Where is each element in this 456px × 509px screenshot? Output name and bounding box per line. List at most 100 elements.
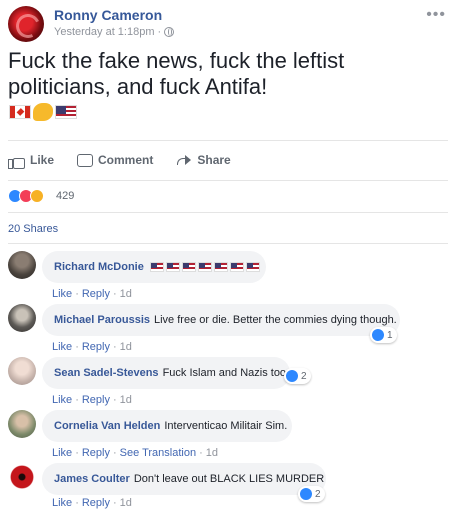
separator: · [75,394,79,406]
commenter-avatar[interactable] [8,304,36,332]
commenter-avatar[interactable] [8,357,36,385]
comment-reply-link[interactable]: Reply [82,447,110,459]
thumbs-up-icon [8,152,25,169]
comment-links: Like · Reply · 1d [52,497,132,509]
comment-like-link[interactable]: Like [52,447,72,459]
post-meta: Yesterday at 1:18pm · [54,26,175,38]
comment-time[interactable]: 1d [120,394,132,406]
comment: Richard McDonie Like · Reply · 1d [8,251,448,301]
like-reaction-icon [300,488,312,500]
share-button[interactable]: Share [175,152,231,168]
comment-time[interactable]: 1d [120,497,132,509]
separator: · [112,497,117,509]
separator: · [112,447,117,459]
commenter-avatar[interactable] [8,463,36,491]
share-icon [175,152,192,168]
canada-flag-icon [9,105,31,119]
comment-text: Live free or die. Better the commies dyi… [154,314,397,326]
usa-flag-icon [245,262,260,272]
comment-text: Interventicao Militair Sim. [164,420,288,432]
see-translation-link[interactable]: See Translation [120,447,196,459]
commenter-name[interactable]: Cornelia Van Helden [54,420,160,432]
comment-time[interactable]: 1d [120,341,132,353]
commenter-name[interactable]: Sean Sadel-Stevens [54,367,159,379]
comment-bubble: Michael Paroussis Live free or die. Bett… [42,304,400,336]
comment-icon [76,152,94,168]
shares-link[interactable]: 20 Shares [8,223,58,235]
usa-flag-icon [197,262,212,272]
comment-like-link[interactable]: Like [52,497,72,509]
separator: · [75,497,79,509]
post-emojis [9,103,77,121]
comment-reaction-count: 1 [387,329,393,341]
comment-bubble: James Coulter Don't leave out BLACK LIES… [42,463,326,495]
usa-flag-icon [213,262,228,272]
like-reaction-icon [286,370,298,382]
comment-text: Fuck Islam and Nazis too [162,367,287,379]
comment-links: Like · Reply · 1d [52,341,132,353]
comment-links: Like · Reply · 1d [52,394,132,406]
commenter-avatar[interactable] [8,251,36,279]
separator: · [112,341,117,353]
comment: Michael Paroussis Live free or die. Bett… [8,304,448,354]
comment-bubble: Sean Sadel-Stevens Fuck Islam and Nazis … [42,357,290,389]
comment-reaction-count: 2 [315,488,321,500]
comment-like-link[interactable]: Like [52,341,72,353]
separator: · [75,447,79,459]
meta-separator: · [157,26,162,38]
comment-reply-link[interactable]: Reply [82,497,110,509]
like-button[interactable]: Like [8,152,55,169]
share-label: Share [197,153,231,167]
author-avatar[interactable] [8,6,44,42]
commenter-avatar[interactable] [8,410,36,438]
comment-reply-link[interactable]: Reply [82,341,110,353]
usa-flag-icon [165,262,180,272]
like-label: Like [30,153,55,167]
comment-text: Don't leave out BLACK LIES MURDER [133,473,325,485]
comment-label: Comment [98,153,154,167]
more-options-icon[interactable]: ••• [426,6,446,24]
reaction-count: 429 [56,190,75,202]
separator: · [75,341,79,353]
usa-flag-icon [181,262,196,272]
usa-flags [149,262,260,272]
comment-like-link[interactable]: Like [52,288,72,300]
comment-bubble: Cornelia Van Helden Interventicao Milita… [42,410,292,442]
separator: · [112,288,117,300]
like-reaction-icon [372,329,384,341]
comment: Cornelia Van Helden Interventicao Milita… [8,410,448,460]
post-timestamp[interactable]: Yesterday at 1:18pm [54,26,155,38]
reactions-summary[interactable]: 429 [8,189,74,203]
usa-flag-icon [149,262,164,272]
comment-reply-link[interactable]: Reply [82,394,110,406]
comment-reactions[interactable]: 1 [370,327,397,343]
post-author[interactable]: Ronny Cameron [54,7,162,23]
comment-links: Like · Reply · 1d [52,288,132,300]
comment-time[interactable]: 1d [120,288,132,300]
comment-bubble: Richard McDonie [42,251,266,283]
separator: · [112,394,117,406]
comment-reaction-count: 2 [301,370,307,382]
post-actions: Like Comment Share [8,148,448,172]
post-header: Ronny Cameron Yesterday at 1:18pm · ••• [8,6,448,42]
commenter-name[interactable]: Richard McDonie [54,261,144,273]
commenter-name[interactable]: Michael Paroussis [54,314,150,326]
comment: James Coulter Don't leave out BLACK LIES… [8,463,448,509]
comment-like-link[interactable]: Like [52,394,72,406]
usa-flag-icon [55,105,77,119]
commenter-name[interactable]: James Coulter [54,473,130,485]
comment-time[interactable]: 1d [206,447,218,459]
comment: Sean Sadel-Stevens Fuck Islam and Nazis … [8,357,448,407]
usa-flag-icon [229,262,244,272]
separator: · [199,447,203,459]
separator: · [75,288,79,300]
comment-reactions[interactable]: 2 [284,368,311,384]
comment-reactions[interactable]: 2 [298,486,325,502]
flexed-biceps-icon [33,103,53,121]
globe-icon[interactable] [164,27,175,37]
divider [8,212,448,213]
comment-button[interactable]: Comment [76,152,153,168]
comment-reply-link[interactable]: Reply [82,288,110,300]
comment-links: Like · Reply · See Translation · 1d [52,447,218,459]
divider [8,243,448,244]
